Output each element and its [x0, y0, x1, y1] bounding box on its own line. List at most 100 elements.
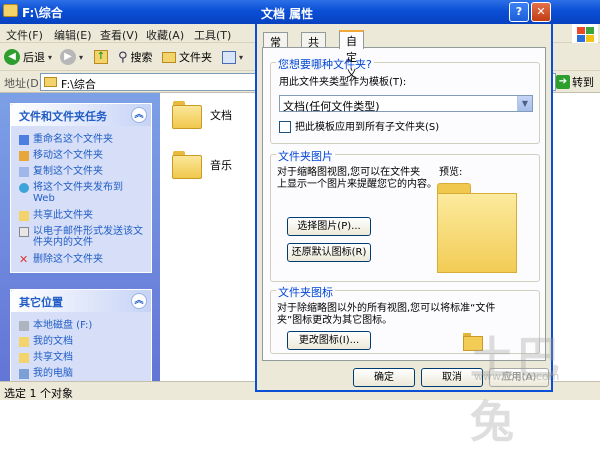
folder-pictures-title: 文件夹图片: [276, 148, 335, 164]
folder-type-title: 您想要哪种文件夹?: [276, 56, 374, 72]
task-rename[interactable]: 重命名这个文件夹: [19, 134, 113, 145]
folder-pictures-group: 文件夹图片 对于缩略图视图,您可以在文件夹 上显示一个图片来提醒您它的内容。 预…: [270, 148, 540, 282]
task-label: 共享此文件夹: [33, 210, 93, 221]
menu-edit[interactable]: 编辑(E): [54, 27, 92, 43]
chevron-down-icon[interactable]: ▼: [517, 96, 532, 111]
watermark-url: www.to8to.com: [474, 370, 560, 383]
apply-subfolders-checkbox[interactable]: [279, 121, 291, 133]
copy-icon: [19, 167, 29, 177]
chevron-down-icon: ▾: [239, 52, 244, 62]
other-places-panel: 其它位置 ︽ 本地磁盘 (F:) 我的文档 共享文档 我的电脑: [10, 289, 152, 389]
email-icon: [19, 227, 29, 237]
back-arrow-icon: ◀: [4, 49, 20, 65]
folder-icon: [44, 77, 57, 87]
search-icon: ⚲: [118, 49, 128, 65]
chevron-down-icon: ▾: [79, 52, 84, 62]
watermark-logo: 土巴兔: [470, 333, 562, 448]
folders-button[interactable]: 文件夹: [162, 47, 212, 67]
collapse-icon[interactable]: ︽: [131, 293, 147, 309]
search-label: 搜索: [130, 51, 153, 64]
folder-icon: [19, 353, 29, 363]
tab-sharing[interactable]: 共享: [301, 32, 326, 65]
other-places-header[interactable]: 其它位置 ︽: [11, 290, 151, 312]
place-label: 本地磁盘 (F:): [33, 320, 93, 331]
place-local-disk[interactable]: 本地磁盘 (F:): [19, 320, 92, 331]
task-label: 以电子邮件形式发送该文件夹内的文件: [33, 226, 143, 248]
address-label: 地址(D): [4, 77, 44, 90]
tab-customize[interactable]: 自定义: [339, 30, 364, 80]
views-button[interactable]: ▾: [222, 47, 243, 67]
folder-item-music[interactable]: 音乐: [172, 151, 232, 179]
task-pane: 文件和文件夹任务 ︽ 重命名这个文件夹 移动这个文件夹 复制这个文件夹 将这个文…: [0, 93, 160, 389]
folder-icon: [172, 151, 202, 179]
task-share[interactable]: 共享此文件夹: [19, 210, 93, 221]
folder-name: 文档: [210, 109, 232, 122]
rename-icon: [19, 135, 29, 145]
task-copy[interactable]: 复制这个文件夹: [19, 166, 103, 177]
search-button[interactable]: ⚲ 搜索: [118, 47, 153, 67]
task-label: 复制这个文件夹: [33, 166, 103, 177]
windows-logo-icon: [572, 24, 598, 44]
collapse-icon[interactable]: ︽: [131, 107, 147, 123]
file-tasks-title: 文件和文件夹任务: [19, 110, 107, 123]
pictures-desc-2: 上显示一个图片来提醒您它的内容。: [277, 179, 437, 190]
back-label: 后退: [23, 51, 45, 64]
pictures-desc-1: 对于缩略图视图,您可以在文件夹: [277, 167, 421, 178]
place-label: 我的电脑: [33, 368, 73, 379]
dialog-title-bar[interactable]: 文档 属性 ? ✕: [255, 0, 553, 24]
folder-icons-title: 文件夹图标: [276, 284, 335, 300]
other-places-title: 其它位置: [19, 296, 63, 309]
folder-icon: [172, 101, 202, 129]
go-button[interactable]: ➔ 转到: [556, 73, 598, 91]
dialog-title: 文档 属性: [261, 7, 314, 21]
file-tasks-panel: 文件和文件夹任务 ︽ 重命名这个文件夹 移动这个文件夹 复制这个文件夹 将这个文…: [10, 103, 152, 273]
delete-icon: ✕: [19, 253, 29, 266]
go-arrow-icon: ➔: [556, 75, 570, 89]
change-icon-button[interactable]: 更改图标(I)...: [287, 331, 371, 350]
preview-label: 预览:: [439, 167, 463, 178]
task-label: 删除这个文件夹: [33, 254, 103, 265]
forward-button[interactable]: ▶ ▾: [60, 47, 83, 67]
drive-icon: [19, 321, 29, 331]
go-label: 转到: [572, 76, 594, 89]
choose-picture-button[interactable]: 选择图片(P)...: [287, 217, 371, 236]
help-button[interactable]: ?: [509, 2, 529, 22]
share-icon: [19, 211, 29, 221]
menu-file[interactable]: 文件(F): [6, 27, 43, 43]
task-email[interactable]: 以电子邮件形式发送该文件夹内的文件: [19, 226, 147, 248]
task-delete[interactable]: ✕ 删除这个文件夹: [19, 254, 103, 265]
task-publish[interactable]: 将这个文件夹发布到 Web: [19, 182, 147, 204]
status-text: 选定 1 个对象: [4, 387, 73, 400]
apply-subfolders-label: 把此模板应用到所有子文件夹(S): [295, 122, 440, 133]
tab-general[interactable]: 常规: [263, 32, 288, 65]
address-input[interactable]: F:\综合: [40, 73, 260, 91]
task-move[interactable]: 移动这个文件夹: [19, 150, 103, 161]
template-select[interactable]: 文档(任何文件类型) ▼: [279, 95, 533, 113]
place-shared-documents[interactable]: 共享文档: [19, 352, 73, 363]
folder-preview-image: [437, 183, 517, 273]
customize-tab-page: 您想要哪种文件夹? 用此文件夹类型作为模板(T): 文档(任何文件类型) ▼ 把…: [262, 47, 546, 361]
menu-view[interactable]: 查看(V): [100, 27, 138, 43]
folders-label: 文件夹: [179, 51, 212, 64]
back-button[interactable]: ◀ 后退 ▾: [4, 47, 52, 67]
folder-icon: [19, 337, 29, 347]
task-label: 重命名这个文件夹: [33, 134, 113, 145]
menu-tools[interactable]: 工具(T): [194, 27, 231, 43]
folder-name: 音乐: [210, 159, 232, 172]
place-my-documents[interactable]: 我的文档: [19, 336, 73, 347]
close-button[interactable]: ✕: [531, 2, 551, 22]
globe-icon: [19, 183, 29, 193]
folder-type-group: 您想要哪种文件夹? 用此文件夹类型作为模板(T): 文档(任何文件类型) ▼ 把…: [270, 56, 540, 144]
place-label: 共享文档: [33, 352, 73, 363]
up-folder-button[interactable]: ↑: [94, 47, 108, 67]
file-tasks-header[interactable]: 文件和文件夹任务 ︽: [11, 104, 151, 126]
task-label: 将这个文件夹发布到 Web: [33, 182, 123, 204]
views-icon: [222, 50, 236, 64]
place-label: 我的文档: [33, 336, 73, 347]
place-my-computer[interactable]: 我的电脑: [19, 368, 73, 379]
restore-default-button[interactable]: 还原默认图标(R): [287, 243, 371, 262]
menu-favorites[interactable]: 收藏(A): [146, 27, 184, 43]
folder-item-documents[interactable]: 文档: [172, 101, 232, 129]
ok-button[interactable]: 确定: [353, 368, 415, 387]
address-value: F:\综合: [61, 78, 96, 91]
